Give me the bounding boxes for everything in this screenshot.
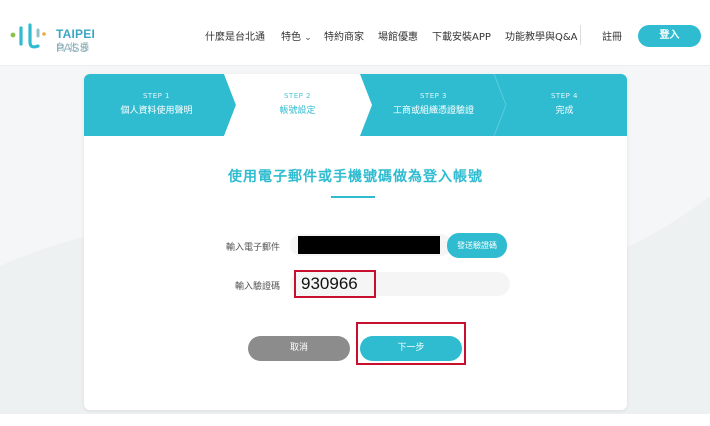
nav-item-download-app[interactable]: 下載安裝APP xyxy=(432,28,491,44)
taipei-pass-logo-icon xyxy=(10,23,46,49)
highlight-box-next xyxy=(356,322,466,365)
registration-card: STEP 1 個人資料使用聲明 STEP 2 帳號設定 STEP 3 工商或組織… xyxy=(84,74,627,410)
register-link[interactable]: 註冊 xyxy=(602,28,622,44)
step-1: STEP 1 個人資料使用聲明 xyxy=(84,74,229,136)
nav-item-tutorial-qa[interactable]: 功能教學與Q&A xyxy=(505,28,578,44)
step-2-number: STEP 2 xyxy=(283,92,312,100)
step-4-number: STEP 4 xyxy=(550,92,579,100)
nav-divider xyxy=(580,25,581,45)
nav-item-features[interactable]: 特色 ⌄ xyxy=(281,28,312,44)
title-underline xyxy=(331,196,375,198)
nav-item-merchants[interactable]: 特約商家 xyxy=(324,28,364,44)
step-1-title: 個人資料使用聲明 xyxy=(120,106,193,116)
step-3: STEP 3 工商或組織憑證驗證 xyxy=(366,74,501,136)
nav-item-features-label: 特色 xyxy=(281,32,301,43)
step-1-number: STEP 1 xyxy=(142,92,171,100)
site-header: TAIPEI PASS 台北通 什麼是台北通 特色 ⌄ 特約商家 場館優惠 下載… xyxy=(0,0,710,66)
chevron-down-icon: ⌄ xyxy=(304,33,312,43)
brand-name-zh: 台北通 xyxy=(56,43,93,53)
step-2: STEP 2 帳號設定 xyxy=(230,74,365,136)
page-footer-space xyxy=(0,414,710,426)
step-3-title: 工商或組織憑證驗證 xyxy=(392,106,474,116)
login-button[interactable]: 登入 xyxy=(638,25,701,47)
redacted-email xyxy=(298,236,440,254)
step-4: STEP 4 完成 xyxy=(502,74,627,136)
code-label: 輸入驗證碼 xyxy=(234,282,280,292)
step-4-title: 完成 xyxy=(555,106,574,116)
nav-item-venue-offers[interactable]: 場館優惠 xyxy=(378,28,418,44)
cancel-button[interactable]: 取消 xyxy=(248,336,350,361)
highlight-box-code xyxy=(294,270,376,298)
email-label: 輸入電子郵件 xyxy=(225,243,280,253)
form-title: 使用電子郵件或手機號碼做為登入帳號 xyxy=(228,169,483,185)
nav-item-about[interactable]: 什麼是台北通 xyxy=(205,28,265,44)
step-2-title: 帳號設定 xyxy=(279,106,316,116)
send-code-button[interactable]: 發送驗證碼 xyxy=(447,233,507,258)
step-3-number: STEP 3 xyxy=(419,92,448,100)
taipei-pass-logo[interactable]: TAIPEI PASS 台北通 xyxy=(8,22,118,55)
